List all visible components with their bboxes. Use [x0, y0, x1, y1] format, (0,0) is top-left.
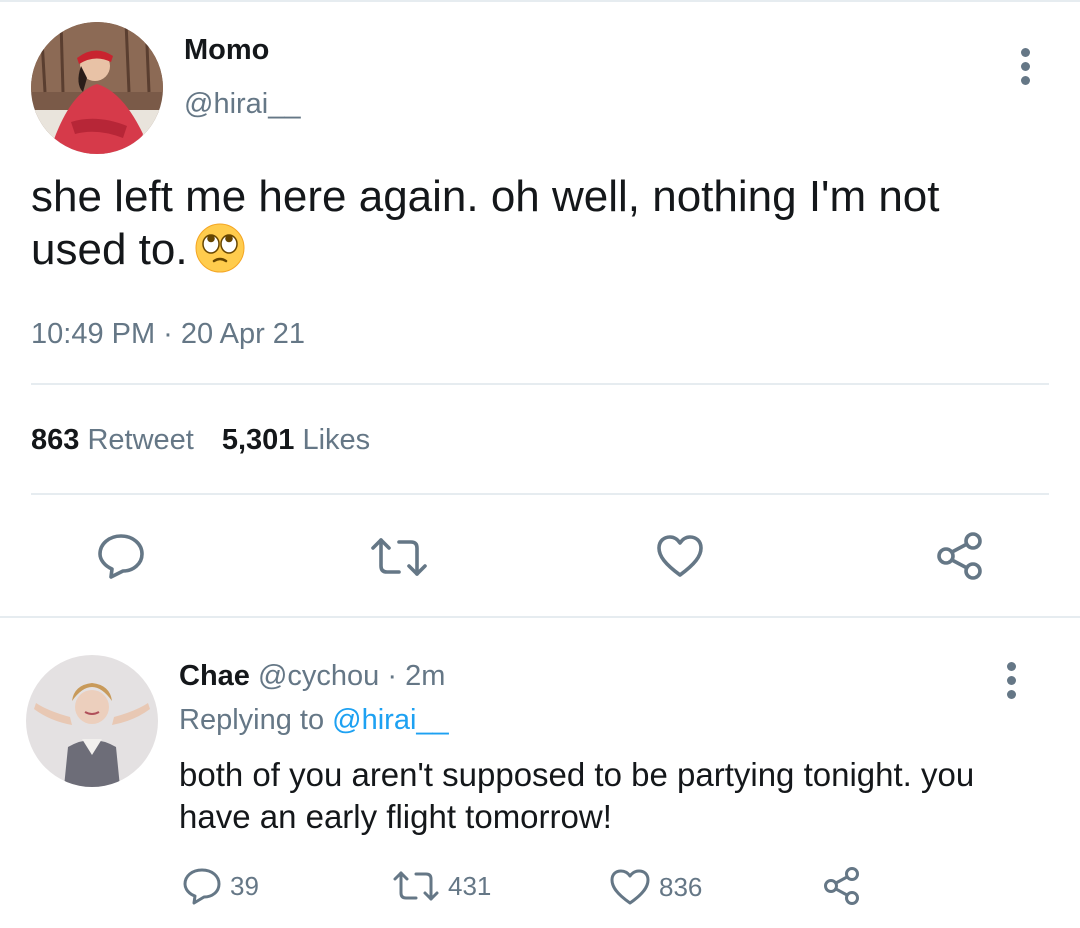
reply-icon	[183, 868, 221, 905]
reply-icon[interactable]	[96, 532, 146, 580]
reply-text: both of you aren't supposed to be partyi…	[179, 756, 975, 835]
share-icon	[824, 867, 859, 905]
divider	[31, 383, 1049, 385]
replying-to: Replying to @hirai__	[179, 704, 449, 737]
more-vertical-icon[interactable]	[1018, 48, 1032, 90]
reply-like-count: 836	[659, 871, 703, 902]
retweet-count: 863	[31, 424, 80, 456]
reply-time[interactable]: 2m	[405, 660, 445, 692]
divider	[31, 493, 1049, 495]
share-icon[interactable]	[935, 531, 985, 581]
like-icon[interactable]	[655, 533, 705, 579]
reply-share-action[interactable]	[822, 866, 870, 906]
like-stat[interactable]: 5,301 Likes	[222, 424, 370, 456]
reply-reply-action[interactable]: 39	[182, 867, 259, 905]
retweet-icon	[393, 871, 439, 901]
author-name[interactable]: Momo	[184, 34, 269, 67]
retweet-label: Retweet	[87, 424, 194, 456]
face-with-rolling-eyes-icon	[194, 222, 246, 274]
more-vertical-icon[interactable]	[1004, 662, 1018, 704]
section-divider	[0, 616, 1080, 618]
tweet-text: she left me here again. oh well, nothing…	[31, 172, 1021, 275]
retweet-stat[interactable]: 863 Retweet	[31, 424, 194, 456]
like-icon	[610, 869, 650, 905]
top-border	[0, 0, 1080, 2]
replying-handle-link[interactable]: @hirai__	[332, 704, 449, 736]
reply-count: 39	[230, 870, 259, 901]
chae-avatar[interactable]	[26, 655, 158, 787]
like-label: Likes	[302, 424, 371, 456]
tweet-text-body: she left me here again. oh well, nothing…	[31, 172, 940, 274]
reply-retweet-action[interactable]: 431	[392, 869, 491, 903]
author-handle[interactable]: @hirai__	[184, 88, 301, 121]
tweet-stats: 863 Retweet 5,301 Likes	[31, 424, 370, 457]
momo-avatar[interactable]	[31, 22, 163, 154]
reply-author-handle[interactable]: @cychou	[258, 660, 379, 692]
reply-like-action[interactable]: 836	[609, 868, 702, 906]
reply-author-name[interactable]: Chae	[179, 660, 250, 692]
reply-header: Chae @cychou · 2m	[179, 660, 445, 693]
reply-retweet-count: 431	[448, 870, 492, 901]
like-count: 5,301	[221, 424, 295, 456]
tweet-timestamp[interactable]: 10:49 PM · 20 Apr 21	[31, 318, 305, 351]
reply-time-separator: ·	[379, 660, 406, 692]
replying-label: Replying to	[179, 704, 333, 736]
retweet-icon[interactable]	[369, 536, 429, 578]
